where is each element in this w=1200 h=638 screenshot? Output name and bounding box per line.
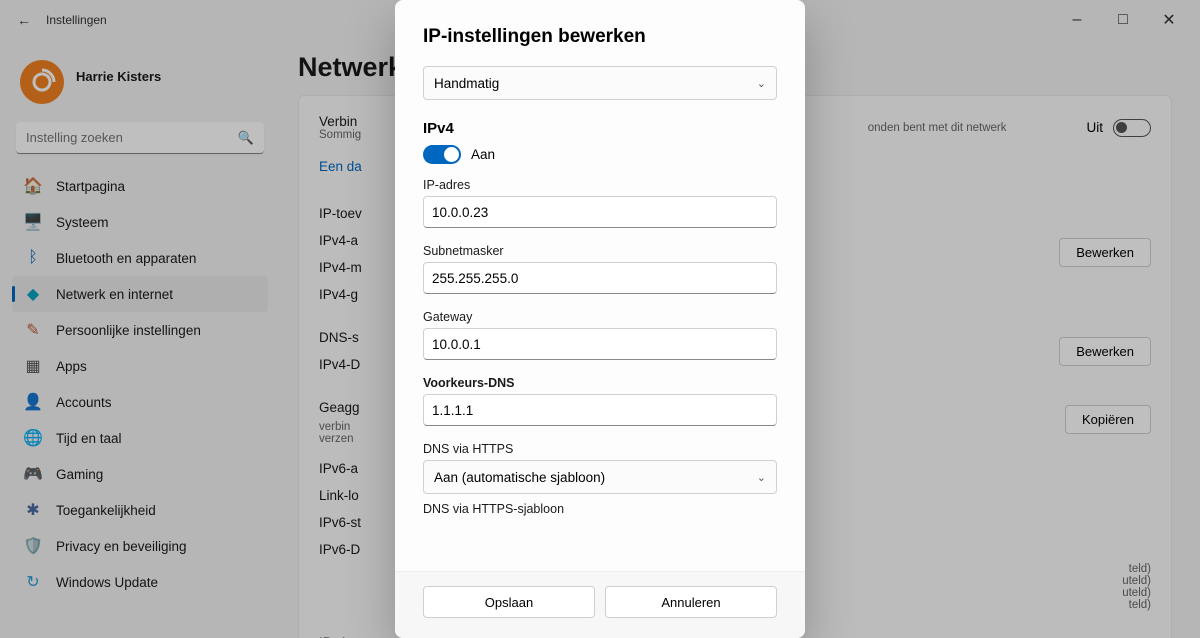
doh-label: DNS via HTTPS bbox=[423, 442, 777, 456]
ip-method-value: Handmatig bbox=[434, 76, 499, 91]
dns-label: Voorkeurs-DNS bbox=[423, 376, 777, 390]
cancel-button[interactable]: Annuleren bbox=[605, 586, 777, 618]
doh-template-label: DNS via HTTPS-sjabloon bbox=[423, 502, 777, 516]
ipv4-heading: IPv4 bbox=[423, 120, 777, 137]
ipv4-toggle-label: Aan bbox=[471, 147, 495, 162]
save-button[interactable]: Opslaan bbox=[423, 586, 595, 618]
ip-method-select[interactable]: Handmatig ⌄ bbox=[423, 66, 777, 100]
ipv4-toggle[interactable] bbox=[423, 145, 461, 164]
ip-settings-modal: IP-instellingen bewerken Handmatig ⌄ IPv… bbox=[395, 0, 805, 638]
ip-address-input[interactable] bbox=[423, 196, 777, 228]
gateway-label: Gateway bbox=[423, 310, 777, 324]
doh-value: Aan (automatische sjabloon) bbox=[434, 470, 605, 485]
dns-input[interactable] bbox=[423, 394, 777, 426]
ip-address-label: IP-adres bbox=[423, 178, 777, 192]
modal-footer: Opslaan Annuleren bbox=[395, 571, 805, 638]
chevron-down-icon: ⌄ bbox=[757, 471, 766, 484]
chevron-down-icon: ⌄ bbox=[757, 77, 766, 90]
gateway-input[interactable] bbox=[423, 328, 777, 360]
subnet-input[interactable] bbox=[423, 262, 777, 294]
modal-title: IP-instellingen bewerken bbox=[423, 26, 777, 48]
subnet-label: Subnetmasker bbox=[423, 244, 777, 258]
doh-select[interactable]: Aan (automatische sjabloon) ⌄ bbox=[423, 460, 777, 494]
